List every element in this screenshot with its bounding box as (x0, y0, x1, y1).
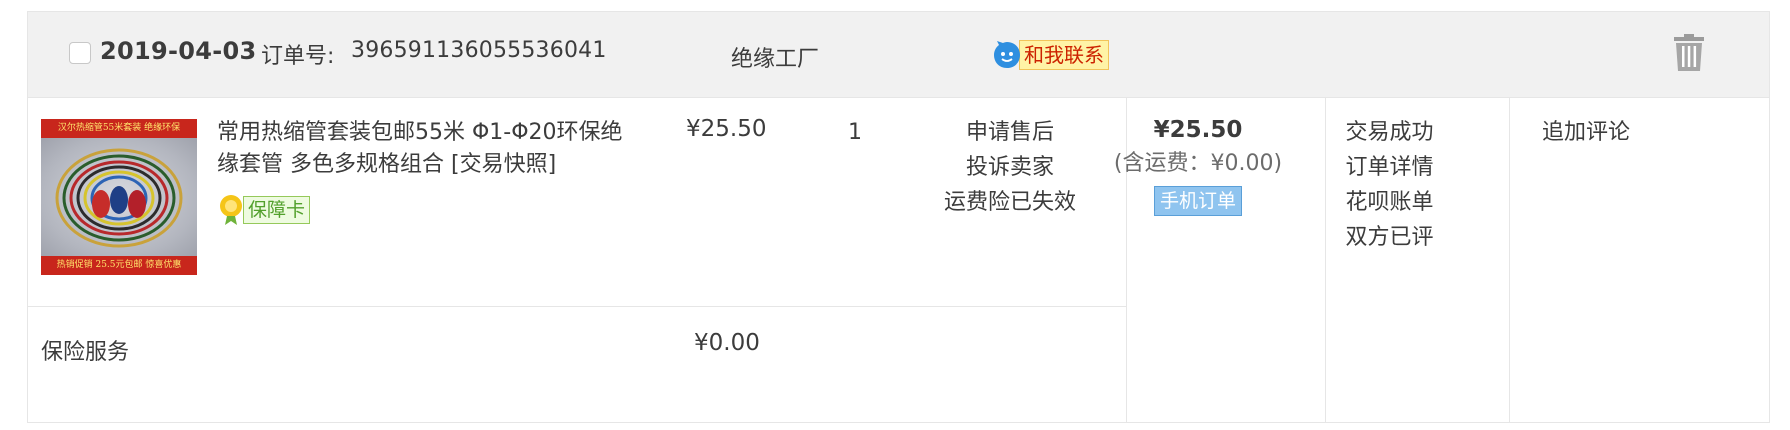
order-number-label: 订单号: (261, 44, 335, 69)
shipping-insurance-status: 运费险已失效 (943, 190, 1076, 215)
order-select-checkbox[interactable] (69, 42, 91, 64)
huabei-bill-link[interactable]: 花呗账单 (1297, 185, 1482, 220)
contact-label: 和我联系 (1019, 40, 1109, 70)
order-total: ¥25.50 (1153, 117, 1243, 143)
guarantee-card-label: 保障卡 (243, 196, 311, 224)
add-review-button[interactable]: 追加评论 (1481, 115, 1691, 150)
trash-icon[interactable] (1673, 34, 1705, 72)
insurance-service-price: ¥0.00 (694, 330, 760, 356)
complain-seller-link[interactable]: 投诉卖家 (925, 150, 1095, 185)
thumbnail-image (41, 138, 197, 256)
order-status-block: 交易成功 订单详情 花呗账单 双方已评 (1297, 115, 1482, 255)
order-number: 396591136055536041 (351, 38, 607, 63)
guarantee-card-badge[interactable]: 保障卡 (217, 193, 311, 227)
quantity: 1 (848, 120, 862, 145)
order-date: 2019-04-03 (100, 37, 257, 65)
item-actions: 申请售后 投诉卖家 运费险已失效 (925, 115, 1095, 220)
thumbnail-banner-bottom: 热销促销 25.5元包邮 惊喜优惠 (41, 256, 197, 275)
snapshot-link[interactable]: [交易快照] (451, 152, 556, 177)
insurance-service-label: 保险服务 (41, 340, 130, 365)
mobile-order-tag: 手机订单 (1153, 186, 1242, 216)
product-title-line2[interactable]: 缘套管 多色多规格组合 (217, 152, 444, 177)
thumbnail-banner-top: 汉尔热缩管55米套装 绝缘环保 (41, 119, 197, 138)
product-title[interactable]: 常用热缩管套装包邮55米 Φ1-Φ20环保绝 缘套管 多色多规格组合 [交易快照… (217, 117, 657, 181)
order-details-link[interactable]: 订单详情 (1297, 150, 1482, 185)
shop-name-link[interactable]: 绝缘工厂 (731, 41, 819, 73)
unit-price: ¥25.50 (686, 116, 767, 142)
order-header: 2019-04-03 订单号: 396591136055536041 绝缘工厂 … (28, 12, 1769, 98)
shipping-fee: (含运费：¥0.00) (1113, 151, 1283, 176)
row-divider (28, 306, 1126, 307)
order-total-block: ¥25.50 (含运费：¥0.00) 手机订单 (1098, 115, 1298, 216)
product-thumbnail[interactable]: 汉尔热缩管55米套装 绝缘环保 热销促销 25.5元包邮 惊喜优惠 (41, 119, 197, 275)
flower-badge-icon (217, 194, 245, 226)
chat-bubble-icon (991, 39, 1023, 71)
both-reviewed-status: 双方已评 (1345, 225, 1434, 250)
extra-actions: 追加评论 (1481, 115, 1691, 150)
product-title-line1[interactable]: 常用热缩管套装包邮55米 Φ1-Φ20环保绝 (217, 120, 623, 145)
apply-after-sales-link[interactable]: 申请售后 (925, 115, 1095, 150)
trade-success-status: 交易成功 (1345, 120, 1434, 145)
contact-seller-button[interactable]: 和我联系 (991, 39, 1109, 71)
